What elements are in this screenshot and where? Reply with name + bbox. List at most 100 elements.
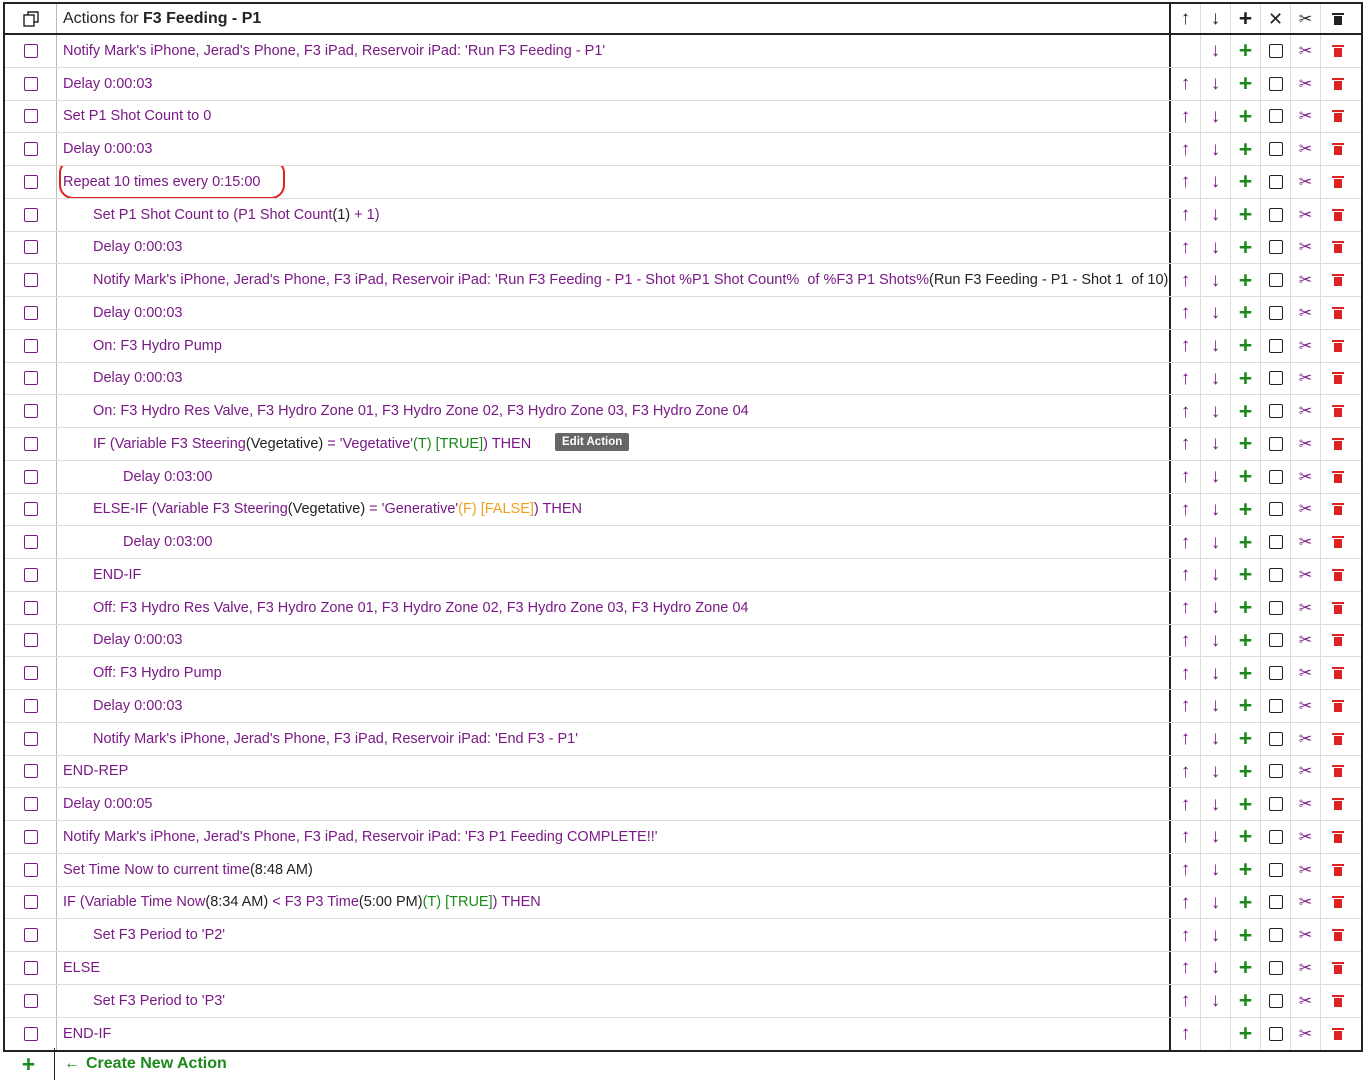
delete-button[interactable]: [1321, 887, 1354, 919]
cut-button[interactable]: ✂: [1291, 297, 1321, 329]
row-select-checkbox[interactable]: [5, 526, 57, 558]
delete-button[interactable]: [1321, 985, 1354, 1017]
move-up-button[interactable]: ↑: [1171, 395, 1201, 427]
insert-action-button[interactable]: +: [1231, 198, 1261, 231]
insert-action-button[interactable]: +: [1231, 133, 1261, 165]
delete-button[interactable]: [1321, 330, 1354, 362]
toggle-button[interactable]: [1261, 297, 1291, 329]
toggle-button[interactable]: [1261, 853, 1291, 886]
row-select-checkbox[interactable]: [5, 67, 57, 100]
insert-action-button[interactable]: +: [1231, 984, 1261, 1017]
insert-action-button[interactable]: +: [1231, 755, 1261, 788]
move-up-button[interactable]: ↑: [1171, 493, 1201, 526]
move-down-button[interactable]: ↓: [1201, 100, 1231, 133]
move-down-button[interactable]: ↓: [1201, 984, 1231, 1017]
row-select-checkbox[interactable]: [5, 624, 57, 657]
delete-button[interactable]: [1321, 101, 1354, 133]
insert-action-button[interactable]: +: [1231, 624, 1261, 657]
action-description[interactable]: Set F3 Period to 'P2': [57, 919, 1171, 951]
delete-button[interactable]: [1321, 854, 1354, 886]
delete-button[interactable]: [1321, 461, 1354, 493]
delete-button[interactable]: [1321, 756, 1354, 788]
insert-action-button[interactable]: +: [1231, 559, 1261, 591]
action-description[interactable]: Notify Mark's iPhone, Jerad's Phone, F3 …: [57, 722, 1171, 755]
move-up-button[interactable]: ↑: [1171, 231, 1201, 264]
move-down-button[interactable]: ↓: [1201, 690, 1231, 722]
move-up-button[interactable]: ↑: [1171, 526, 1201, 558]
insert-action-button[interactable]: +: [1231, 952, 1261, 984]
action-description[interactable]: Set Time Now to current time (8:48 AM): [57, 853, 1171, 886]
cut-button[interactable]: ✂: [1291, 821, 1321, 853]
move-up-button[interactable]: ↑: [1171, 67, 1201, 100]
row-select-checkbox[interactable]: [5, 559, 57, 591]
cut-button[interactable]: ✂: [1291, 853, 1321, 886]
toggle-button[interactable]: [1261, 329, 1291, 362]
header-add-button[interactable]: +: [1231, 4, 1261, 33]
delete-button[interactable]: [1321, 199, 1354, 231]
header-cut-button[interactable]: ✂: [1291, 4, 1321, 33]
delete-button[interactable]: [1321, 68, 1354, 100]
toggle-button[interactable]: [1261, 35, 1291, 67]
insert-action-button[interactable]: +: [1231, 788, 1261, 820]
row-select-checkbox[interactable]: [5, 1017, 57, 1051]
delete-button[interactable]: [1321, 35, 1354, 67]
toggle-button[interactable]: [1261, 264, 1291, 296]
action-description[interactable]: Delay 0:00:03: [57, 133, 1171, 165]
move-up-button[interactable]: ↑: [1171, 624, 1201, 657]
toggle-button[interactable]: [1261, 984, 1291, 1017]
move-up-button[interactable]: ↑: [1171, 722, 1201, 755]
insert-action-button[interactable]: +: [1231, 886, 1261, 919]
move-up-button[interactable]: ↑: [1171, 198, 1201, 231]
toggle-button[interactable]: [1261, 591, 1291, 624]
move-up-button[interactable]: ↑: [1171, 821, 1201, 853]
toggle-button[interactable]: [1261, 821, 1291, 853]
toggle-button[interactable]: [1261, 919, 1291, 951]
move-up-button[interactable]: ↑: [1171, 788, 1201, 820]
delete-button[interactable]: [1321, 494, 1354, 526]
move-down-button[interactable]: ↓: [1201, 559, 1231, 591]
move-down-button[interactable]: ↓: [1201, 329, 1231, 362]
move-down-button[interactable]: ↓: [1201, 919, 1231, 951]
move-down-button[interactable]: ↓: [1201, 657, 1231, 689]
row-select-checkbox[interactable]: [5, 460, 57, 493]
move-down-button[interactable]: ↓: [1201, 460, 1231, 493]
header-move-up-button[interactable]: ↑: [1171, 4, 1201, 33]
move-up-button[interactable]: ↑: [1171, 984, 1201, 1017]
action-description[interactable]: Delay 0:00:05: [57, 788, 1171, 820]
delete-button[interactable]: [1321, 1018, 1354, 1051]
action-description[interactable]: Delay 0:00:03: [57, 231, 1171, 264]
create-new-action-link[interactable]: ← Create New Action: [55, 1048, 227, 1080]
insert-action-button[interactable]: +: [1231, 919, 1261, 951]
cut-button[interactable]: ✂: [1291, 493, 1321, 526]
delete-button[interactable]: [1321, 166, 1354, 198]
move-down-button[interactable]: ↓: [1201, 166, 1231, 198]
row-select-checkbox[interactable]: [5, 428, 57, 460]
header-move-down-button[interactable]: ↓: [1201, 4, 1231, 33]
move-down-button[interactable]: ↓: [1201, 395, 1231, 427]
action-description[interactable]: Delay 0:00:03: [57, 67, 1171, 100]
cut-button[interactable]: ✂: [1291, 886, 1321, 919]
move-down-button[interactable]: ↓: [1201, 886, 1231, 919]
insert-action-button[interactable]: +: [1231, 67, 1261, 100]
cut-button[interactable]: ✂: [1291, 1017, 1321, 1051]
move-down-button[interactable]: ↓: [1201, 35, 1231, 67]
cut-button[interactable]: ✂: [1291, 526, 1321, 558]
cut-button[interactable]: ✂: [1291, 133, 1321, 165]
action-description[interactable]: Delay 0:03:00: [57, 526, 1171, 558]
toggle-button[interactable]: [1261, 526, 1291, 558]
toggle-button[interactable]: [1261, 460, 1291, 493]
action-description[interactable]: Set F3 Period to 'P3': [57, 984, 1171, 1017]
toggle-button[interactable]: [1261, 100, 1291, 133]
delete-button[interactable]: [1321, 625, 1354, 657]
insert-action-button[interactable]: +: [1231, 591, 1261, 624]
row-select-checkbox[interactable]: [5, 493, 57, 526]
action-description[interactable]: Off: F3 Hydro Res Valve, F3 Hydro Zone 0…: [57, 591, 1171, 624]
insert-action-button[interactable]: +: [1231, 264, 1261, 296]
row-select-checkbox[interactable]: [5, 133, 57, 165]
cut-button[interactable]: ✂: [1291, 559, 1321, 591]
insert-action-button[interactable]: +: [1231, 460, 1261, 493]
move-up-button[interactable]: ↑: [1171, 886, 1201, 919]
move-down-button[interactable]: ↓: [1201, 231, 1231, 264]
action-description[interactable]: Delay 0:00:03: [57, 690, 1171, 722]
toggle-button[interactable]: [1261, 722, 1291, 755]
